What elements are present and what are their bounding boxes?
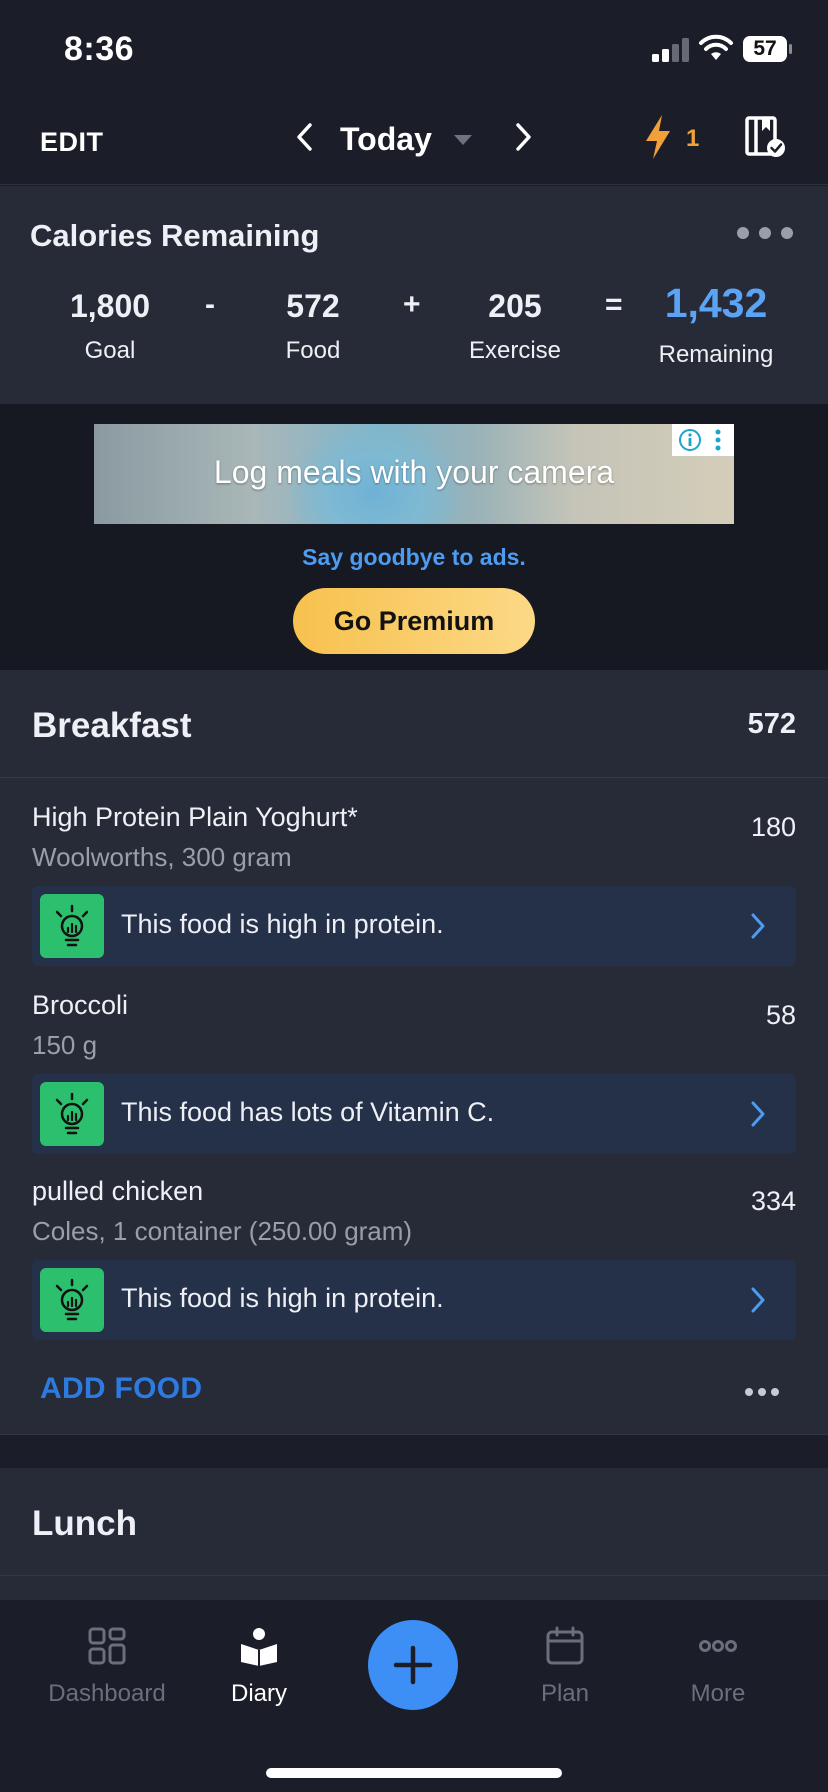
food-calories: 180 — [750, 812, 796, 842]
tab-dashboard[interactable]: Dashboard — [32, 1626, 182, 1708]
remaining-value: 1,432 — [664, 280, 768, 326]
exercise-label: Exercise — [468, 337, 562, 364]
food-entry[interactable]: pulled chicken Coles, 1 container (250.0… — [0, 1154, 828, 1246]
streak-count[interactable]: 1 — [686, 125, 699, 153]
chevron-right-icon[interactable] — [750, 1100, 766, 1128]
battery-level: 57 — [753, 37, 777, 60]
top-nav: EDIT Today 1 — [0, 95, 828, 185]
home-indicator — [266, 1768, 562, 1778]
cellular-signal-icon — [652, 38, 689, 62]
breakfast-header[interactable]: Breakfast 572 — [0, 670, 828, 778]
exercise-column: 205 Exercise — [445, 288, 585, 365]
tab-label: Diary — [230, 1680, 287, 1707]
tab-bar: Dashboard Diary Plan More — [0, 1600, 828, 1792]
remaining-label: Remaining — [658, 341, 774, 368]
chevron-right-icon[interactable] — [508, 117, 538, 157]
status-time: 8:36 — [64, 30, 135, 68]
ad-area: Log meals with your camera Say goodbye t… — [0, 404, 828, 670]
food-label: Food — [285, 337, 341, 364]
plus-operator: + — [403, 288, 421, 321]
more-dots-icon — [699, 1640, 737, 1652]
food-calories: 334 — [750, 1186, 796, 1216]
date-selector[interactable]: Today — [340, 121, 432, 158]
wifi-icon — [699, 34, 733, 60]
battery-icon: 57 — [742, 35, 794, 63]
calendar-icon — [546, 1626, 584, 1665]
info-icon[interactable] — [678, 428, 702, 452]
food-value: 572 — [286, 288, 340, 324]
food-name: Broccoli — [32, 990, 129, 1020]
food-description: Coles, 1 container (250.00 gram) — [32, 1216, 413, 1246]
more-options-icon[interactable] — [744, 1387, 780, 1397]
food-entry[interactable]: Broccoli 150 g 58 — [0, 966, 828, 1060]
goal-column: 1,800 Goal — [40, 288, 180, 365]
plus-icon — [393, 1645, 433, 1685]
exercise-value: 205 — [488, 288, 542, 324]
ad-banner[interactable]: Log meals with your camera — [94, 424, 734, 524]
tip-text: This food has lots of Vitamin C. — [121, 1097, 495, 1127]
more-options-icon[interactable] — [736, 226, 794, 240]
lunch-title: Lunch — [32, 1504, 137, 1543]
lightbulb-icon — [40, 1082, 104, 1146]
tab-label: Plan — [540, 1680, 590, 1707]
goal-label: Goal — [84, 337, 136, 364]
diary-book-icon — [241, 1628, 277, 1666]
lightning-streak-icon[interactable] — [642, 113, 674, 161]
equals-operator: = — [605, 288, 623, 321]
nutrition-tip[interactable]: This food is high in protein. — [32, 886, 796, 966]
lightbulb-icon — [40, 1268, 104, 1332]
food-description: Woolworths, 300 gram — [32, 842, 292, 872]
calories-title: Calories Remaining — [30, 218, 320, 253]
lunch-section: Lunch — [0, 1468, 828, 1600]
lunch-header[interactable]: Lunch — [0, 1468, 828, 1576]
tip-text: This food is high in protein. — [121, 1283, 444, 1313]
nutrition-tip[interactable]: This food is high in protein. — [32, 1260, 796, 1340]
go-premium-button[interactable]: Go Premium — [293, 588, 535, 654]
section-divider — [0, 1434, 828, 1468]
calories-remaining-card[interactable]: Calories Remaining 1,800 Goal - 572 Food… — [0, 186, 828, 404]
food-description: 150 g — [32, 1030, 98, 1060]
breakfast-section: Breakfast 572 High Protein Plain Yoghurt… — [0, 670, 828, 1434]
tab-label: Dashboard — [48, 1680, 166, 1707]
tab-diary[interactable]: Diary — [184, 1626, 334, 1708]
tab-plan[interactable]: Plan — [490, 1626, 640, 1708]
minus-operator: - — [205, 288, 215, 321]
ad-banner-text: Log meals with your camera — [213, 454, 615, 490]
chevron-left-icon[interactable] — [290, 117, 320, 157]
lightbulb-icon — [40, 894, 104, 958]
remaining-column: 1,432 Remaining — [646, 280, 786, 369]
add-food-button[interactable]: ADD FOOD — [40, 1372, 202, 1406]
add-entry-button[interactable] — [368, 1620, 458, 1710]
breakfast-total: 572 — [747, 708, 796, 740]
tab-label: More — [690, 1680, 746, 1707]
checklist-icon[interactable] — [744, 115, 786, 159]
food-name: pulled chicken — [32, 1176, 204, 1206]
goal-value: 1,800 — [69, 288, 151, 324]
food-entry[interactable]: High Protein Plain Yoghurt* Woolworths, … — [0, 778, 828, 872]
status-bar: 8:36 57 — [0, 0, 828, 95]
tab-more[interactable]: More — [643, 1626, 793, 1708]
ad-tagline[interactable]: Say goodbye to ads. — [0, 544, 828, 571]
food-name: High Protein Plain Yoghurt* — [32, 802, 358, 832]
edit-button[interactable]: EDIT — [40, 127, 104, 158]
vertical-dots-icon[interactable] — [710, 428, 726, 452]
caret-down-icon[interactable] — [452, 133, 474, 147]
nutrition-tip[interactable]: This food has lots of Vitamin C. — [32, 1074, 796, 1154]
tip-text: This food is high in protein. — [121, 909, 444, 939]
food-column: 572 Food — [243, 288, 383, 365]
ad-choices-badge[interactable] — [672, 424, 734, 456]
breakfast-title: Breakfast — [32, 706, 192, 745]
food-calories: 58 — [765, 1000, 796, 1030]
chevron-right-icon[interactable] — [750, 912, 766, 940]
dashboard-icon — [88, 1627, 126, 1665]
chevron-right-icon[interactable] — [750, 1286, 766, 1314]
